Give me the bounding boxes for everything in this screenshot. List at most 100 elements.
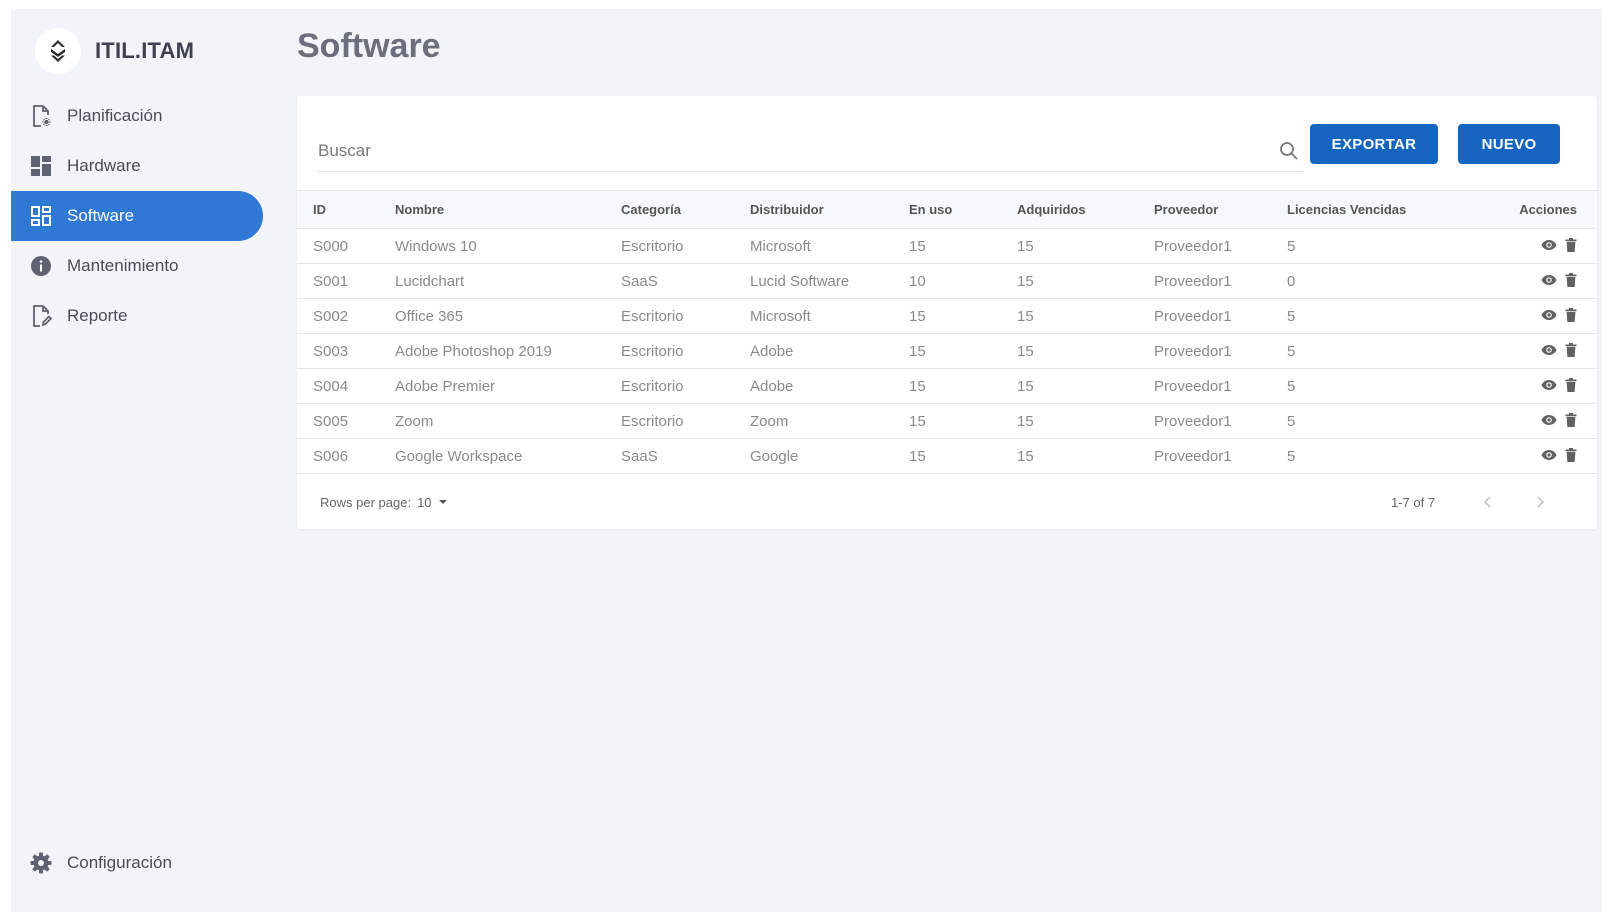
sidebar-item-reporte[interactable]: Reporte xyxy=(11,291,263,341)
table-row: S006 Google Workspace SaaS Google 15 15 Provee… xyxy=(297,439,1597,474)
next-page-button[interactable] xyxy=(1533,495,1547,509)
file-edit-icon xyxy=(29,304,53,328)
search-icon[interactable] xyxy=(1279,141,1299,166)
eye-icon xyxy=(1541,239,1557,251)
trash-icon xyxy=(1565,412,1577,427)
cell-adquiridos: 15 xyxy=(1017,412,1034,430)
sidebar-item-hardware[interactable]: Hardware xyxy=(11,141,263,191)
cell-acciones xyxy=(1477,404,1597,439)
cell-id: S005 xyxy=(313,412,349,430)
table-row: S005 Zoom Escritorio Zoom 15 15 Proveedor1 5 xyxy=(297,404,1597,439)
chevron-left-icon xyxy=(1483,496,1491,508)
delete-button[interactable] xyxy=(1565,412,1577,427)
cell-distribuidor: Lucid Software xyxy=(750,272,850,290)
search-field xyxy=(318,132,1303,172)
software-table: ID Nombre Categoría Distribuidor En uso … xyxy=(297,190,1597,474)
cell-categoria: Escritorio xyxy=(621,237,684,255)
column-header-nombre[interactable]: Nombre xyxy=(395,190,621,229)
delete-button[interactable] xyxy=(1565,447,1577,462)
cell-adquiridos: 15 xyxy=(1017,307,1034,325)
cell-licencias-vencidas: 5 xyxy=(1287,377,1296,395)
cell-categoria: Escritorio xyxy=(621,342,684,360)
file-gear-icon xyxy=(29,104,53,128)
column-header-proveedor[interactable]: Proveedor xyxy=(1154,190,1287,229)
cell-proveedor: Proveedor1 xyxy=(1154,237,1232,255)
config-label: Configuración xyxy=(67,853,172,872)
column-header-adquiridos[interactable]: Adquiridos xyxy=(1017,190,1154,229)
cell-licencias-vencidas: 5 xyxy=(1287,237,1296,255)
cell-proveedor: Proveedor1 xyxy=(1154,377,1232,395)
column-header-licencias-vencidas[interactable]: Licencias Vencidas xyxy=(1287,190,1477,229)
column-header-categoria[interactable]: Categoría xyxy=(621,190,750,229)
gear-icon xyxy=(29,851,53,875)
delete-button[interactable] xyxy=(1565,272,1577,287)
view-button[interactable] xyxy=(1541,274,1557,286)
row-actions xyxy=(1541,272,1577,287)
cell-en-uso: 15 xyxy=(909,377,926,395)
pagination-range: 1-7 of 7 xyxy=(1391,494,1436,510)
view-button[interactable] xyxy=(1541,414,1557,426)
sidebar-item-configuracion[interactable]: Configuración xyxy=(29,851,172,875)
page-title: Software xyxy=(297,27,441,65)
cell-proveedor: Proveedor1 xyxy=(1154,307,1232,325)
cell-categoria: SaaS xyxy=(621,272,658,290)
eye-icon xyxy=(1541,309,1557,321)
view-button[interactable] xyxy=(1541,449,1557,461)
table-header-row: ID Nombre Categoría Distribuidor En uso … xyxy=(297,190,1597,229)
sidebar-item-label: Software xyxy=(67,206,135,225)
table-row: S001 Lucidchart SaaS Lucid Software 10 15 Prov… xyxy=(297,264,1597,299)
cell-adquiridos: 15 xyxy=(1017,342,1034,360)
chevron-right-icon xyxy=(1537,496,1545,508)
cell-licencias-vencidas: 0 xyxy=(1287,272,1296,290)
sidebar-item-mantenimiento[interactable]: Mantenimiento xyxy=(11,241,263,291)
app-logo[interactable]: ITIL.ITAM xyxy=(35,28,194,74)
cell-proveedor: Proveedor1 xyxy=(1154,342,1232,360)
cell-distribuidor: Adobe xyxy=(750,377,794,395)
cell-licencias-vencidas: 5 xyxy=(1287,412,1296,430)
sidebar-item-software[interactable]: Software xyxy=(11,191,263,241)
rows-per-page-select[interactable]: 10 xyxy=(417,495,453,510)
export-button[interactable]: EXPORTAR xyxy=(1310,124,1438,164)
delete-button[interactable] xyxy=(1565,342,1577,357)
cell-proveedor: Proveedor1 xyxy=(1154,412,1232,430)
cell-adquiridos: 15 xyxy=(1017,272,1034,290)
cell-id: S006 xyxy=(313,447,349,465)
rows-per-page-label: Rows per page: xyxy=(320,494,412,510)
row-actions xyxy=(1541,412,1577,427)
view-button[interactable] xyxy=(1541,379,1557,391)
cell-en-uso: 15 xyxy=(909,237,926,255)
delete-button[interactable] xyxy=(1565,307,1577,322)
table-row: S000 Windows 10 Escritorio Microsoft 15 15 Pro… xyxy=(297,229,1597,264)
view-button[interactable] xyxy=(1541,344,1557,356)
grid-icon xyxy=(29,204,53,228)
view-button[interactable] xyxy=(1541,239,1557,251)
cell-categoria: Escritorio xyxy=(621,307,684,325)
sidebar-item-planificacion[interactable]: Planificación xyxy=(11,91,263,141)
row-actions xyxy=(1541,377,1577,392)
cell-categoria: SaaS xyxy=(621,447,658,465)
column-header-id[interactable]: ID xyxy=(297,190,395,229)
row-actions xyxy=(1541,447,1577,462)
cell-nombre: Windows 10 xyxy=(395,237,477,255)
cell-categoria: Escritorio xyxy=(621,377,684,395)
cell-id: S000 xyxy=(313,237,349,255)
trash-icon xyxy=(1565,377,1577,392)
cell-licencias-vencidas: 5 xyxy=(1287,447,1296,465)
sidebar-item-label: Planificación xyxy=(67,106,163,125)
cell-nombre: Adobe Photoshop 2019 xyxy=(395,342,552,360)
cell-nombre: Zoom xyxy=(395,412,434,430)
cell-nombre: Google Workspace xyxy=(395,447,523,465)
search-input[interactable] xyxy=(318,132,1258,170)
delete-button[interactable] xyxy=(1565,237,1577,252)
eye-icon xyxy=(1541,344,1557,356)
new-button[interactable]: NUEVO xyxy=(1458,124,1560,164)
column-header-distribuidor[interactable]: Distribuidor xyxy=(750,190,909,229)
column-header-en-uso[interactable]: En uso xyxy=(909,190,1017,229)
sidebar-item-label: Hardware xyxy=(67,156,141,175)
row-actions xyxy=(1541,342,1577,357)
view-button[interactable] xyxy=(1541,309,1557,321)
delete-button[interactable] xyxy=(1565,377,1577,392)
cell-acciones xyxy=(1477,439,1597,474)
table-body: S000 Windows 10 Escritorio Microsoft 15 15 Pro… xyxy=(297,229,1597,474)
previous-page-button[interactable] xyxy=(1481,495,1495,509)
